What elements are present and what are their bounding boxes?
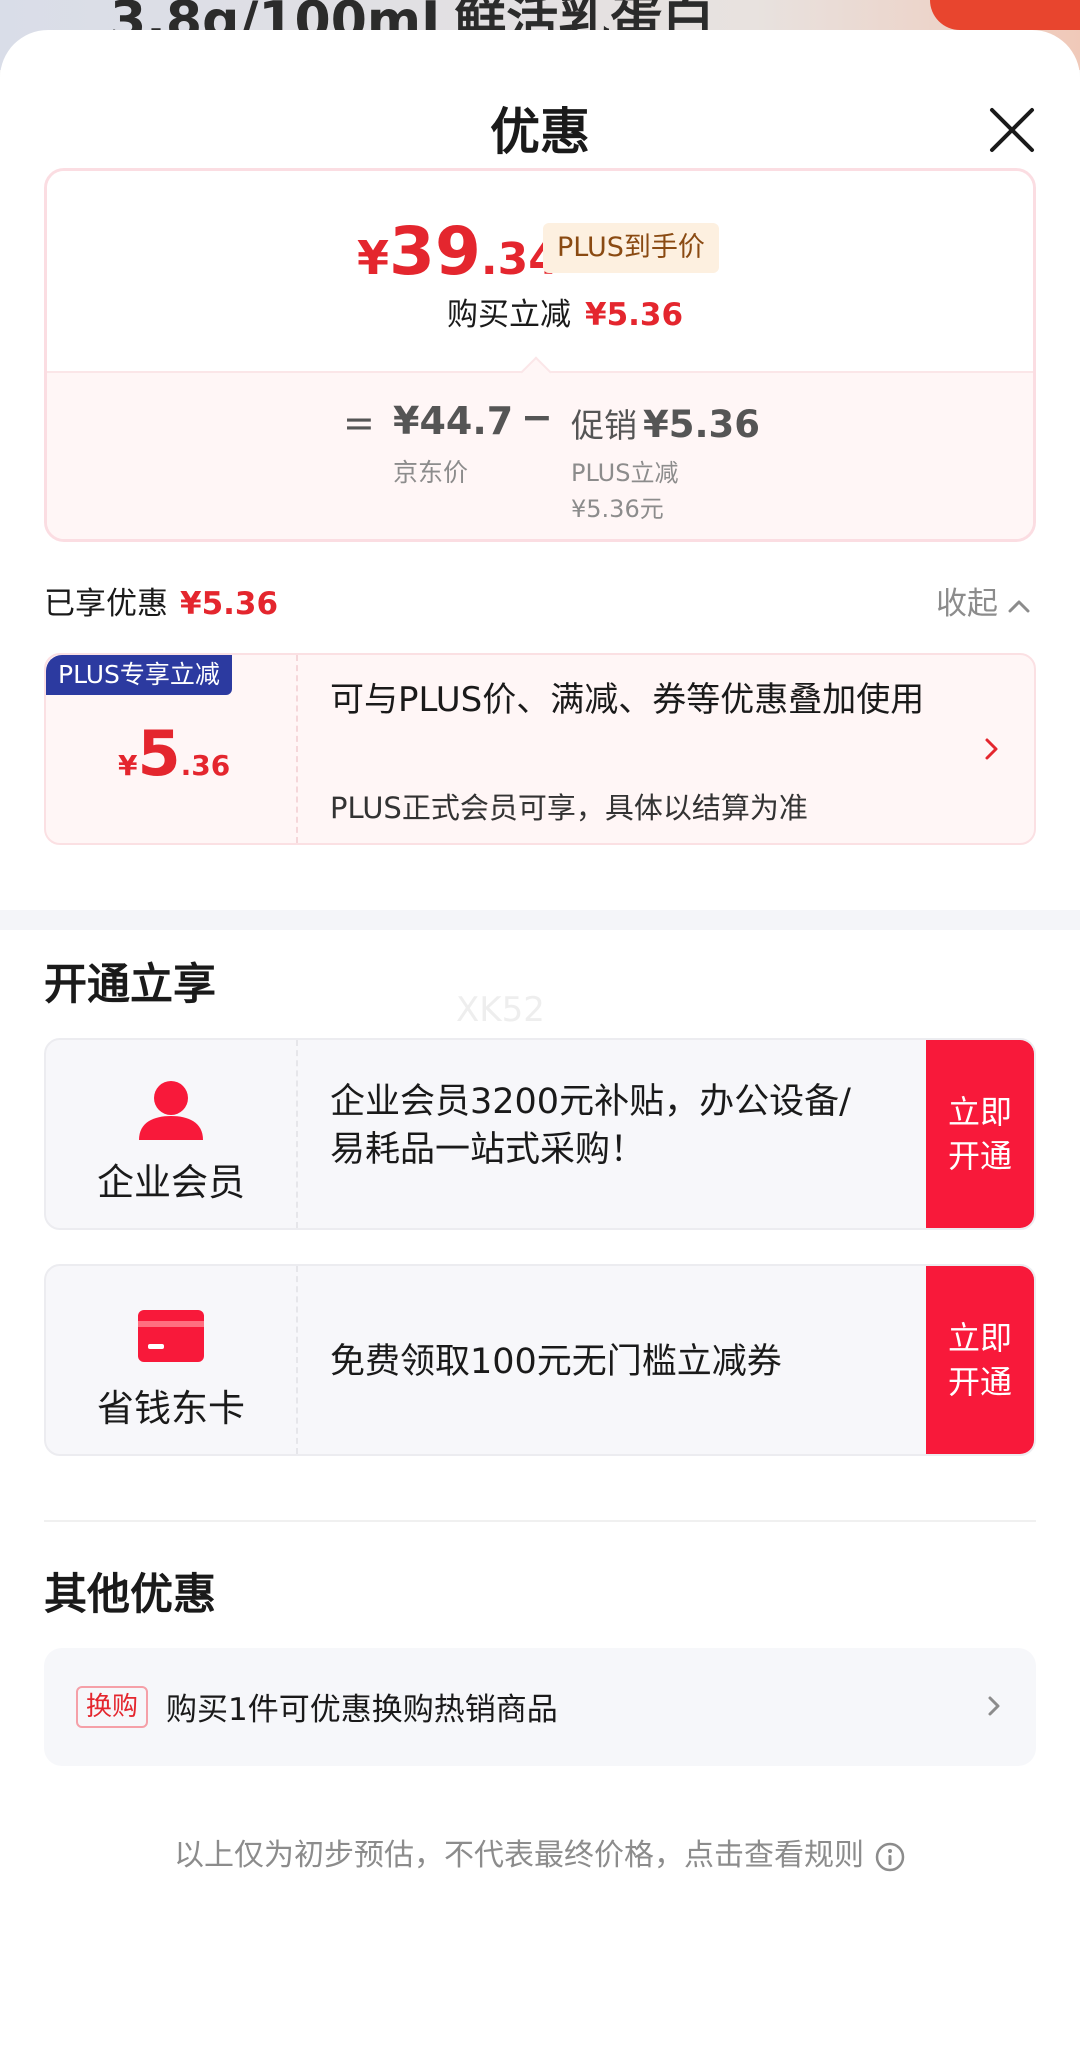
open-button-label: 立即开通 — [947, 1319, 1012, 1401]
coupon-decimal: .36 — [180, 749, 231, 782]
plus-exclusive-ribbon: PLUS专享立减 — [46, 655, 232, 695]
reduce-value: ¥5.36 — [585, 297, 684, 333]
coupon-integer: 5 — [137, 717, 181, 790]
collapse-button[interactable]: 收起 — [936, 578, 1032, 623]
trade-in-text: 购买1件可优惠换购热销商品 — [166, 1692, 558, 1728]
jd-price-value: ¥44.7 — [393, 399, 514, 443]
saving-card: 省钱东卡 免费领取100元无门槛立减券 立即开通 — [44, 1264, 1036, 1456]
collapse-label: 收起 — [936, 586, 998, 622]
price-top-area: ¥39.34 PLUS到手价 购买立减 ¥5.36 — [47, 171, 1033, 371]
open-section-title: 开通立享 — [44, 960, 216, 1010]
minus-sign: − — [521, 395, 553, 439]
price-integer: 39 — [389, 213, 481, 290]
person-icon — [139, 1081, 203, 1140]
section-divider — [0, 910, 1080, 930]
reduce-label: 购买立减 — [447, 297, 571, 333]
plus-coupon-value: ¥5.36 — [118, 717, 230, 790]
watermark: XK52 — [456, 990, 545, 1030]
chevron-right-icon — [988, 1696, 1000, 1716]
divider — [44, 1520, 1036, 1522]
promo-value-line: 促销 ¥5.36 — [571, 399, 760, 447]
other-section-title: 其他优惠 — [44, 1570, 216, 1620]
plus-coupon-note: PLUS正式会员可享，具体以结算为准 — [330, 791, 808, 825]
equals-sign: = — [343, 401, 375, 445]
member-card-description: 免费领取100元无门槛立减券 — [330, 1342, 782, 1382]
enjoyed-value: ¥5.36 — [180, 586, 279, 622]
chevron-up-icon — [1008, 600, 1030, 612]
plus-coupon-description: 可与PLUS价、满减、券等优惠叠加使用 — [330, 680, 925, 720]
purchase-reduce-line: 购买立减 ¥5.36 — [447, 289, 683, 334]
background-badge — [930, 0, 1080, 30]
promo-sub-value: ¥5.36元 — [571, 495, 664, 523]
plus-final-price: ¥39.34 — [357, 213, 559, 290]
rules-note-text: 以上仅为初步预估，不代表最终价格，点击查看规则 — [174, 1838, 864, 1873]
price-currency: ¥ — [357, 231, 390, 285]
open-button-label: 立即开通 — [947, 1093, 1012, 1175]
member-card-name: 企业会员 — [97, 1161, 245, 1204]
rules-note[interactable]: 以上仅为初步预估，不代表最终价格，点击查看规则 — [0, 1830, 1080, 1874]
promo-value: ¥5.36 — [643, 403, 761, 446]
price-calculation-area: = ¥44.7 京东价 − 促销 ¥5.36 PLUS立减 ¥5.36元 — [47, 371, 1033, 539]
card-icon — [138, 1310, 204, 1362]
jd-price-label: 京东价 — [393, 458, 469, 487]
close-button[interactable] — [984, 102, 1040, 158]
enterprise-member-card: 企业会员 企业会员3200元补贴，办公设备/易耗品一站式采购！ 立即开通 — [44, 1038, 1036, 1230]
promo-label: 促销 — [571, 406, 637, 445]
info-icon — [875, 1842, 905, 1871]
open-saving-card-button[interactable]: 立即开通 — [926, 1266, 1034, 1454]
close-icon — [990, 108, 1034, 152]
sheet-title: 优惠 — [490, 103, 590, 161]
plus-price-tag: PLUS到手价 — [543, 223, 719, 273]
discount-sheet: 优惠 ¥39.34 PLUS到手价 购买立减 ¥5.36 = ¥44.7 京东价 … — [0, 30, 1080, 2071]
price-summary-card: ¥39.34 PLUS到手价 购买立减 ¥5.36 = ¥44.7 京东价 − 促… — [44, 168, 1036, 542]
promo-sub-label: PLUS立减 — [571, 459, 679, 487]
chevron-right-icon — [985, 738, 998, 760]
plus-coupon-card[interactable]: PLUS专享立减 ¥5.36 可与PLUS价、满减、券等优惠叠加使用 PLUS正… — [44, 653, 1036, 845]
enjoyed-label: 已享优惠 — [44, 586, 168, 622]
member-card-description: 企业会员3200元补贴，办公设备/易耗品一站式采购！ — [330, 1082, 851, 1170]
trade-in-offer[interactable]: 换购 购买1件可优惠换购热销商品 — [44, 1648, 1036, 1766]
coupon-currency: ¥ — [118, 749, 138, 782]
member-card-name: 省钱东卡 — [97, 1387, 245, 1430]
enjoyed-discount: 已享优惠 ¥5.36 — [44, 578, 278, 623]
trade-in-tag: 换购 — [76, 1686, 149, 1728]
open-enterprise-button[interactable]: 立即开通 — [926, 1040, 1034, 1228]
